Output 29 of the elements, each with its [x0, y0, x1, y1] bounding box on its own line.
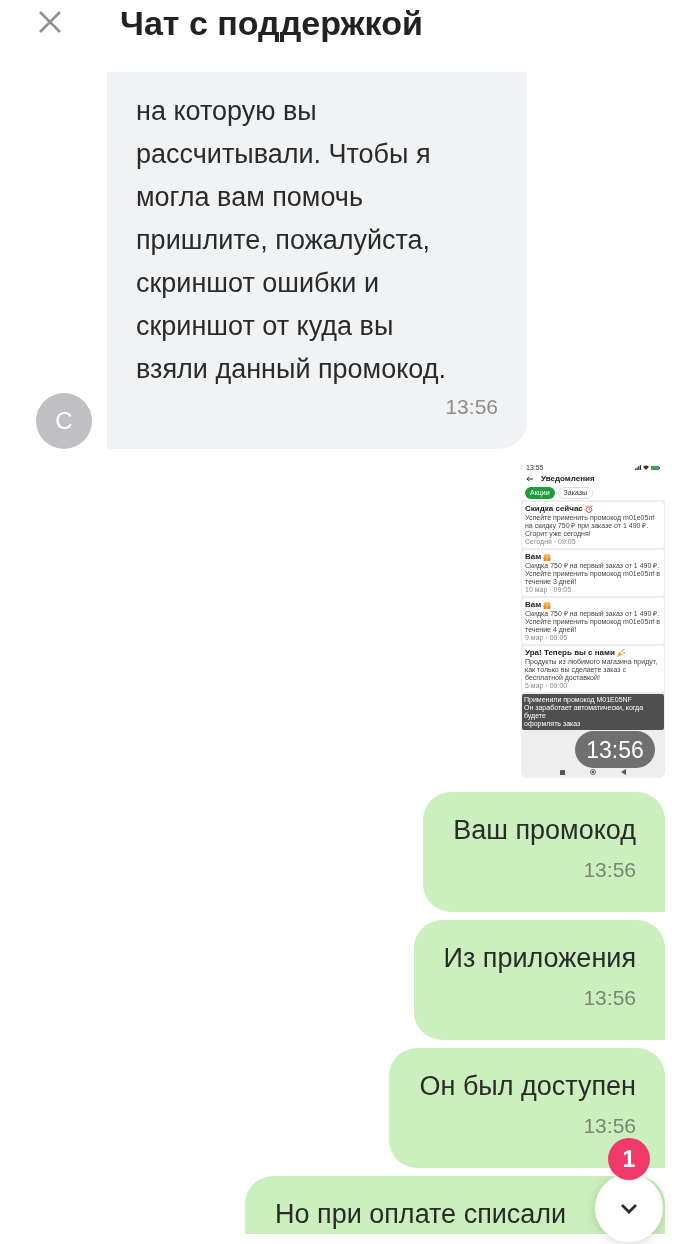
signal-icon	[635, 465, 641, 470]
battery-icon	[651, 465, 660, 470]
message-text: на которую вы рассчитывали. Чтобы я могла вам помочь пришлите, пожалуйста, скриншот ошибки и скриншот от куда вы взяли данный промокод.	[136, 95, 446, 386]
header-title: Чат с поддержкой	[120, 4, 423, 42]
screen-title: Уведомления	[541, 473, 595, 484]
message-time: 13:56	[582, 857, 636, 883]
message-text: Ваш промокод	[453, 814, 636, 847]
message-text: Он был доступен	[419, 1070, 636, 1103]
notification-title: Вам	[525, 552, 542, 561]
party-popper-icon	[616, 648, 625, 657]
ring-dot-icon	[590, 769, 596, 775]
notification-title: Вам	[525, 600, 542, 609]
back-arrow-icon	[526, 475, 533, 482]
triangle-icon	[621, 769, 626, 775]
avatar: С	[36, 393, 92, 449]
gift-icon	[543, 600, 552, 609]
gift-icon	[543, 552, 552, 561]
image-time: 13:56	[575, 731, 655, 768]
message-time: 13:56	[582, 1113, 636, 1139]
message-text: Из приложения	[443, 942, 636, 975]
close-icon	[38, 10, 62, 34]
notification-title: Скидка сейчас	[525, 504, 583, 513]
notification-title: Ура! Теперь вы с нами	[525, 648, 615, 657]
chevron-down-icon	[620, 1202, 638, 1214]
wifi-icon	[643, 465, 649, 470]
message-time: 13:56	[444, 394, 498, 420]
message-time: 13:56	[582, 985, 636, 1011]
message-text: Но при оплате списали	[275, 1198, 567, 1231]
close-button[interactable]	[38, 10, 62, 34]
